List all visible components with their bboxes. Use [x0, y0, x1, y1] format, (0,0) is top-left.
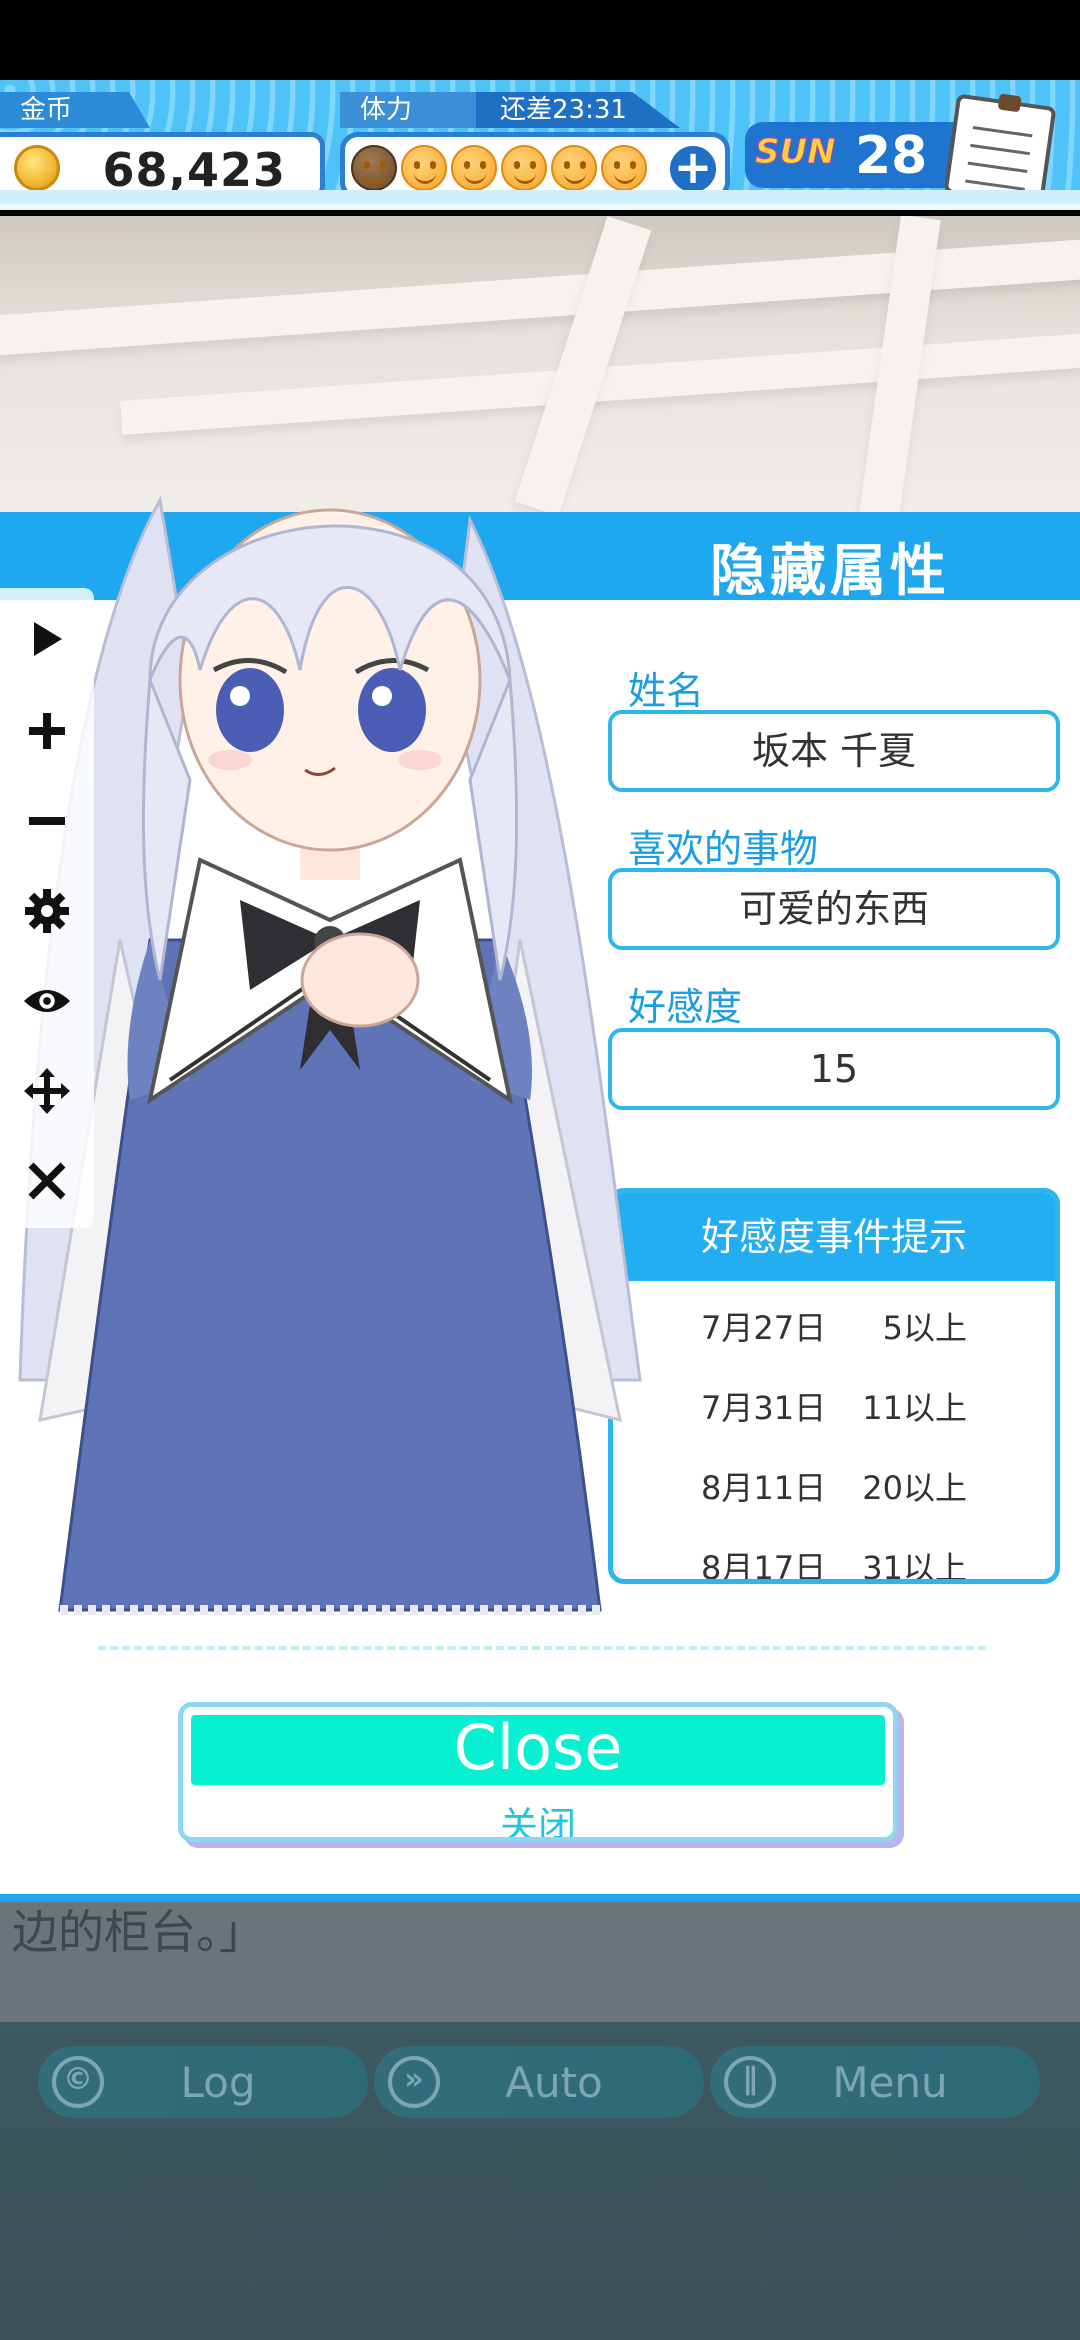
gear-icon[interactable]	[22, 886, 72, 936]
event-date: 7月31日	[701, 1389, 827, 1427]
affection-events-panel: 好感度事件提示 7月27日 5以上 7月31日 11以上 8月11日 20以上 …	[608, 1188, 1060, 1584]
stamina-meter: +	[340, 132, 730, 200]
coin-icon	[14, 145, 60, 191]
dialog-title: 隐藏属性	[710, 539, 950, 604]
likes-field: 可爱的东西	[608, 868, 1060, 950]
minus-icon[interactable]	[22, 796, 72, 846]
auto-button[interactable]: » Auto	[374, 2046, 704, 2118]
stamina-icon	[401, 145, 447, 191]
close-button[interactable]: Close 关闭	[178, 1702, 898, 1842]
affection-field: 15	[608, 1028, 1060, 1110]
name-field: 坂本 千夏	[608, 710, 1060, 792]
event-requirement: 31以上	[862, 1549, 967, 1584]
close-sublabel: 关闭	[499, 1804, 576, 1842]
close-icon[interactable]	[22, 1156, 72, 1206]
event-requirement: 5以上	[882, 1309, 967, 1347]
event-date: 8月11日	[701, 1469, 827, 1507]
event-date: 8月17日	[701, 1549, 827, 1584]
event-row: 7月27日 5以上	[613, 1281, 1055, 1361]
gold-label: 金币	[0, 92, 150, 128]
stamina-timer: 还差23:31	[500, 95, 627, 125]
event-row: 7月31日 11以上	[613, 1361, 1055, 1441]
day-name: SUN	[755, 132, 837, 173]
events-title: 好感度事件提示	[613, 1193, 1055, 1281]
message-text: 边的柜台。」	[12, 1905, 265, 1959]
gold-value: 68,423	[102, 143, 286, 197]
log-label: Log	[180, 2058, 256, 2107]
eye-icon[interactable]	[22, 976, 72, 1026]
event-requirement: 11以上	[862, 1389, 967, 1427]
auto-label: Auto	[505, 2058, 603, 2107]
stamina-used-icon	[351, 145, 397, 191]
event-requirement: 20以上	[862, 1469, 967, 1507]
floating-toolbar	[0, 588, 94, 1228]
message-window[interactable]: 边的柜台。」	[0, 1902, 1080, 2022]
calendar-icon[interactable]	[943, 93, 1057, 204]
log-button[interactable]: © Log	[38, 2046, 368, 2118]
stamina-icon	[501, 145, 547, 191]
add-stamina-button[interactable]: +	[667, 143, 719, 195]
menu-label: Menu	[832, 2058, 948, 2107]
stamina-icon	[551, 145, 597, 191]
play-icon[interactable]	[22, 614, 72, 664]
move-icon[interactable]	[22, 1066, 72, 1116]
event-date: 7月27日	[701, 1309, 827, 1347]
bottom-nav: © Log » Auto ∥ Menu	[0, 2022, 1080, 2340]
gold-counter: 68,423	[0, 132, 325, 200]
character-portrait	[18, 495, 642, 1615]
event-row: 8月11日 20以上	[613, 1441, 1055, 1521]
stamina-icon	[601, 145, 647, 191]
plus-icon[interactable]	[22, 706, 72, 756]
menu-button[interactable]: ∥ Menu	[710, 2046, 1040, 2118]
event-row: 8月17日 31以上	[613, 1521, 1055, 1584]
status-bar: 金币 68,423 体力 还差23:31 + SUN 28	[0, 80, 1080, 210]
day-number: 28	[855, 126, 928, 186]
stamina-icon	[451, 145, 497, 191]
day-indicator: SUN 28	[745, 122, 965, 188]
divider	[98, 1646, 986, 1650]
close-label: Close	[453, 1711, 623, 1784]
